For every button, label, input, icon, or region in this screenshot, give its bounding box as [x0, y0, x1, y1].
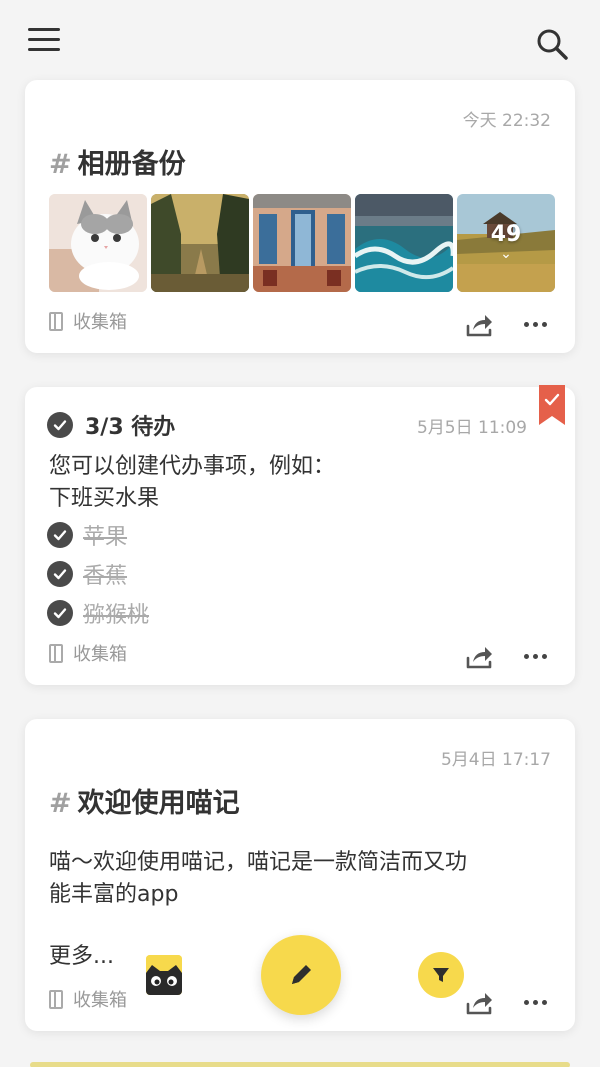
todo-header: 3/3 待办 [47, 409, 175, 441]
check-circle-icon[interactable] [47, 560, 73, 587]
share-icon[interactable] [463, 986, 495, 1018]
next-card-edge [30, 1062, 570, 1067]
notebook-icon [49, 989, 63, 1009]
top-bar [0, 0, 600, 80]
todo-list: 苹果 香蕉 猕猴桃 [47, 515, 149, 632]
note-timestamp: 5月5日 11:09 [416, 418, 527, 438]
notebook-icon [49, 643, 63, 663]
notebook-label[interactable]: 收集箱 [49, 986, 127, 1012]
note-card-todo[interactable]: 3/3 待办 5月5日 11:09 您可以创建代办事项，例如： 下班买水果 苹果… [25, 385, 575, 685]
note-title: # 相册备份 [49, 142, 186, 181]
note-body-line: 喵～欢迎使用喵记，喵记是一款简洁而又功 [49, 850, 468, 875]
note-title-text: 欢迎使用喵记 [77, 788, 240, 819]
photo-thumbnail-more[interactable]: 49 ⌄ [457, 194, 555, 292]
tag-hash: # [49, 149, 72, 180]
notebook-label[interactable]: 收集箱 [49, 640, 127, 666]
notebook-name: 收集箱 [73, 990, 127, 1011]
search-icon[interactable] [534, 26, 574, 66]
notebook-name: 收集箱 [73, 644, 127, 665]
more-options-icon[interactable] [519, 308, 551, 340]
todo-item[interactable]: 香蕉 [47, 554, 149, 593]
todo-item-text: 香蕉 [83, 563, 128, 589]
bookmark-check-icon[interactable] [539, 385, 565, 425]
tag-hash: # [49, 788, 72, 819]
photo-strip: 49 ⌄ [49, 194, 555, 292]
photo-thumbnail-building[interactable] [253, 194, 351, 292]
notebook-label[interactable]: 收集箱 [49, 308, 127, 334]
todo-item-text: 猕猴桃 [83, 602, 150, 628]
cat-mascot-icon [146, 955, 182, 995]
note-footer: 收集箱 [49, 640, 551, 672]
photo-overflow-count: 49 [490, 222, 522, 247]
note-body-line: 能丰富的app [49, 882, 179, 907]
note-title: # 欢迎使用喵记 [49, 781, 240, 820]
check-circle-icon [47, 412, 73, 438]
check-circle-icon[interactable] [47, 599, 73, 626]
filter-button[interactable] [418, 952, 464, 998]
photo-thumbnail-ocean[interactable] [355, 194, 453, 292]
photo-thumbnail-cat[interactable] [49, 194, 147, 292]
filter-icon [433, 968, 449, 982]
note-body: 喵～欢迎使用喵记，喵记是一款简洁而又功 能丰富的app [49, 847, 549, 911]
note-timestamp: 5月4日 17:17 [440, 750, 551, 770]
new-note-button[interactable] [261, 935, 341, 1015]
check-circle-icon[interactable] [47, 521, 73, 548]
todo-description: 您可以创建代办事项，例如： 下班买水果 [49, 451, 335, 515]
note-title-text: 相册备份 [77, 149, 186, 180]
note-timestamp: 今天 22:32 [462, 111, 551, 131]
notebook-icon [49, 311, 63, 331]
todo-progress: 3/3 待办 [85, 415, 176, 440]
todo-item[interactable]: 猕猴桃 [47, 593, 149, 632]
more-options-icon[interactable] [519, 986, 551, 1018]
note-footer: 收集箱 [49, 308, 551, 340]
chevron-down-icon: ⌄ [500, 246, 512, 262]
pencil-icon [292, 965, 311, 984]
share-icon[interactable] [463, 308, 495, 340]
more-options-icon[interactable] [519, 640, 551, 672]
todo-description-line: 您可以创建代办事项，例如： [49, 454, 336, 479]
todo-item-text: 苹果 [83, 524, 128, 550]
photo-thumbnail-forest[interactable] [151, 194, 249, 292]
todo-description-line: 下班买水果 [49, 486, 160, 511]
notebook-name: 收集箱 [73, 312, 127, 333]
todo-item[interactable]: 苹果 [47, 515, 149, 554]
share-icon[interactable] [463, 640, 495, 672]
note-card-album[interactable]: 今天 22:32 # 相册备份 49 ⌄ 收集箱 [25, 80, 575, 353]
hamburger-menu-icon[interactable] [28, 28, 62, 58]
